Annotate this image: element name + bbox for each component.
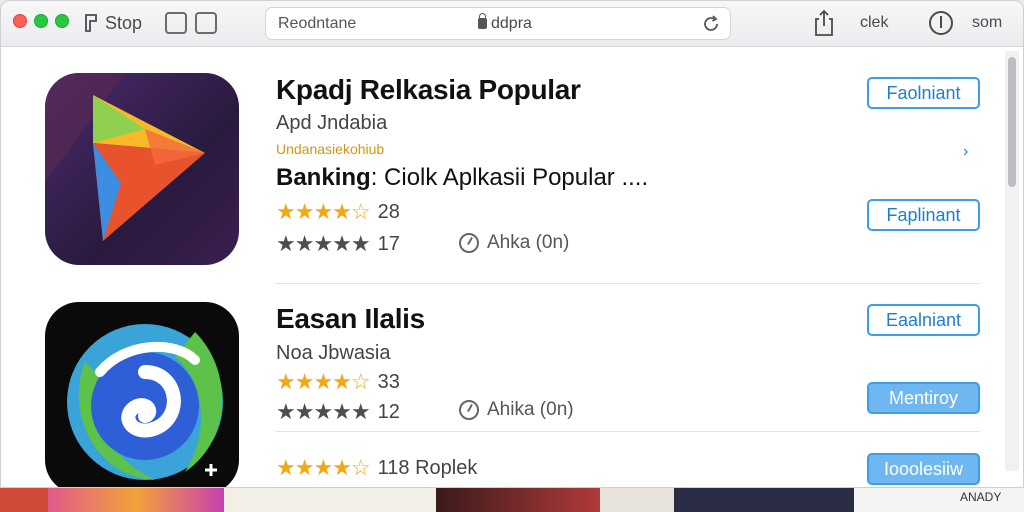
rating-count: 12 — [377, 400, 400, 423]
rating-stars: ★★★★☆ — [276, 199, 371, 224]
app-action-button[interactable]: Eaalniant — [867, 304, 980, 336]
thumbnail[interactable] — [600, 488, 674, 512]
address-domain-text: ddpra — [491, 15, 532, 32]
thumbnail[interactable] — [436, 488, 600, 512]
reload-icon[interactable] — [700, 13, 722, 35]
clek-button[interactable]: clek — [860, 14, 888, 32]
rating-count: 17 — [377, 232, 400, 255]
app-icon-swirl[interactable] — [45, 302, 239, 487]
address-bar[interactable]: Reodntane ddpra — [265, 7, 731, 40]
thumbnail-strip — [0, 488, 1024, 512]
close-window-button[interactable] — [13, 14, 27, 28]
app-icon-play[interactable] — [45, 73, 239, 265]
thumbnail[interactable] — [674, 488, 854, 512]
app-meta: Ahka (0n) — [459, 232, 569, 254]
clock-icon — [459, 400, 479, 420]
rating-stars: ★★★★☆ — [276, 455, 371, 480]
app-subtitle: Noa Jbwasia — [276, 342, 391, 364]
divider — [275, 283, 980, 284]
minimize-window-button[interactable] — [34, 14, 48, 28]
app-action-button[interactable]: Faplinant — [867, 199, 980, 231]
stop-icon — [85, 14, 97, 32]
app-list: Kpadj Relkasia Popular Apd Jndabia Undan… — [1, 47, 1023, 487]
rating-stars-gray: ★★★★★ — [276, 399, 371, 424]
rating-row: ★★★★☆ 33 — [276, 369, 400, 395]
app-meta-text: Ahika (0n) — [487, 399, 574, 420]
info-icon[interactable] — [929, 11, 953, 35]
app-action-button-active[interactable]: Mentiroy — [867, 382, 980, 414]
lock-icon — [478, 12, 487, 29]
toolbar: Stop Reodntane ddpra clek som — [1, 1, 1023, 47]
bottom-badge: ANADY — [960, 490, 1002, 504]
app-subtitle: Apd Jndabia — [276, 112, 388, 134]
scroll-thumb[interactable] — [1008, 57, 1016, 187]
clock-icon — [459, 233, 479, 253]
app-title[interactable]: Kpadj Relkasia Popular — [276, 74, 581, 106]
app-action-button-active[interactable]: Iooolesiiw — [867, 453, 980, 485]
app-store-window: Stop Reodntane ddpra clek som Kpadj Relk… — [0, 0, 1024, 488]
share-icon[interactable] — [813, 9, 835, 37]
stop-button[interactable]: Stop — [81, 11, 142, 35]
app-title[interactable]: Easan Ilalis — [276, 303, 425, 335]
divider — [275, 431, 980, 432]
app-category: Banking — [276, 164, 371, 191]
app-tagline: Undanasiekohiub — [276, 141, 385, 157]
app-description: Banking: Ciolk Aplkasii Popular .... — [276, 164, 648, 192]
swirl-icon — [67, 324, 223, 480]
chevron-right-icon[interactable]: › — [963, 143, 968, 161]
rating-row: ★★★★☆ 28 — [276, 199, 400, 225]
stop-label: Stop — [105, 12, 143, 33]
tabs-icon[interactable] — [195, 12, 217, 34]
play-triangle-icon — [45, 73, 205, 241]
address-bar-text: Reodntane — [278, 15, 357, 32]
rating-stars: ★★★★☆ — [276, 369, 371, 394]
thumbnail[interactable] — [0, 488, 48, 512]
sidebar-icon[interactable] — [165, 12, 187, 34]
rating-count: 33 — [377, 370, 400, 393]
app-meta: Ahika (0n) — [459, 399, 574, 421]
zoom-window-button[interactable] — [55, 14, 69, 28]
rating-row: ★★★★☆ 118 Roplek — [276, 455, 477, 481]
thumbnail[interactable] — [48, 488, 224, 512]
app-action-button[interactable]: Faolniant — [867, 77, 980, 109]
rating-row-secondary: ★★★★★ 17 — [276, 231, 400, 257]
app-meta-text: Ahka (0n) — [487, 232, 570, 253]
thumbnail[interactable] — [224, 488, 436, 512]
som-button[interactable]: som — [972, 14, 1002, 32]
rating-count: 118 Roplek — [377, 456, 478, 479]
scrollbar[interactable] — [1005, 51, 1019, 471]
rating-row-secondary: ★★★★★ 12 — [276, 399, 400, 425]
app-description-text: : Ciolk Aplkasii Popular .... — [370, 164, 649, 191]
address-domain: ddpra — [478, 12, 532, 33]
rating-count: 28 — [377, 200, 400, 223]
rating-stars-gray: ★★★★★ — [276, 231, 371, 256]
